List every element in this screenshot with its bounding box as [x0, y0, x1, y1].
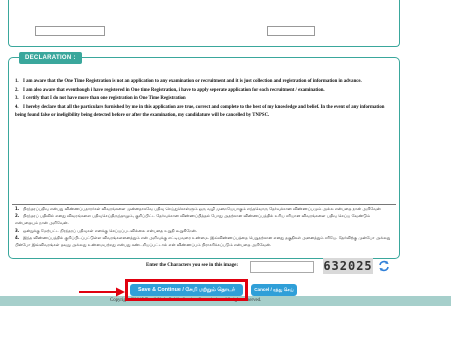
arrow-pointer-icon: [79, 287, 125, 297]
english-declaration-item: 2. I am also aware that eventhough i have…: [15, 87, 325, 93]
previous-section-input-left[interactable]: [35, 26, 105, 36]
tamil-declaration-item: 3. ஒன்றுக்கு மேற்பட்ட நிரந்தரப் பதிவுகள் …: [15, 227, 198, 233]
highlight-box: [125, 279, 248, 301]
tamil-declaration-item: 1. நிரந்தரப்பதிவு என்பது விண்ணப்பதாரர்கள்…: [15, 206, 381, 211]
tamil-declaration-item: 2. நிரந்தரப் பதிவில் எனது விவரங்களை பதிவு…: [15, 213, 371, 226]
refresh-captcha-icon[interactable]: [378, 260, 390, 272]
english-declaration-list: 1. I am aware that the One Time Registrat…: [15, 78, 393, 120]
previous-section-input-right[interactable]: [267, 26, 315, 36]
tamil-declaration-list: 1. நிரந்தரப்பதிவு என்பது விண்ணப்பதாரர்கள்…: [15, 205, 393, 248]
captcha-label: Enter the Characters you see in this ima…: [146, 263, 238, 268]
tamil-declaration-item: 4. இந்த விண்ணப்பத்தில் குறிப்பிடப்பட்டுள்…: [15, 234, 391, 248]
captcha-input[interactable]: [250, 261, 314, 273]
declaration-panel: DECLARATION : 1. I am aware that the One …: [8, 52, 400, 305]
english-declaration-item: 4. I hereby declare that all the particul…: [15, 104, 385, 118]
cancel-button[interactable]: Cancel / ரத்து செய்: [251, 284, 297, 296]
english-declaration-item: 1. I am aware that the One Time Registrat…: [15, 79, 362, 84]
previous-section-frame: [8, 0, 400, 47]
english-declaration-item: 3. I certify that I do not have more than…: [15, 96, 186, 101]
declaration-title: DECLARATION :: [19, 52, 82, 64]
captcha-image: 632025: [323, 258, 373, 274]
